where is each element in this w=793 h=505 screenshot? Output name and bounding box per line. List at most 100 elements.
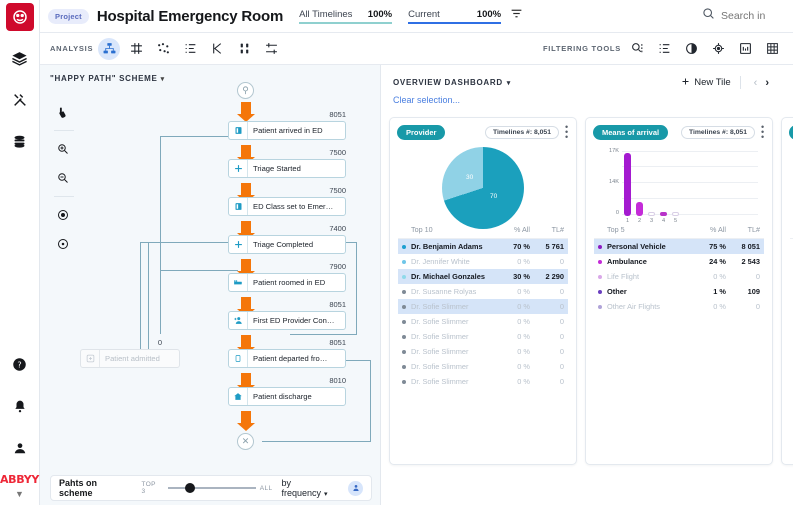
node-patient-arrived-in-ed[interactable]: Patient arrived in ED: [228, 121, 346, 140]
scatter-icon[interactable]: [152, 38, 174, 60]
analysis-label: ANALYSIS: [50, 44, 93, 53]
cell-name: Life Flight: [607, 272, 694, 281]
search-box[interactable]: [702, 7, 785, 25]
user-icon[interactable]: [5, 433, 35, 463]
bell-icon[interactable]: [5, 391, 35, 421]
tile-menu-icon[interactable]: •••: [761, 125, 765, 140]
metric-label: Current: [408, 9, 440, 20]
tile-title-chip[interactable]: Provider: [397, 125, 445, 140]
table-row[interactable]: Life Flight 0 % 0: [594, 269, 764, 284]
bar[interactable]: [636, 202, 643, 216]
node-label: First ED Provider Con…: [248, 316, 334, 325]
node-ed-class-set-to-emergency[interactable]: ED Class set to Emer…: [228, 197, 346, 216]
table-row[interactable]: Dr. Sofie Slimmer 0 % 0: [398, 299, 568, 314]
node-count: 8051: [228, 338, 346, 347]
col-header-name: Top 5: [598, 225, 694, 234]
search-input[interactable]: [721, 10, 781, 22]
tile-patient[interactable]: Patient Timelines #: ••• 4K 2K 0: [781, 117, 793, 465]
table-row[interactable]: Other Air Flights 0 % 0: [594, 299, 764, 314]
table-row[interactable]: Other 1 % 109: [594, 284, 764, 299]
table-icon[interactable]: [761, 38, 783, 60]
next-page-button[interactable]: ›: [765, 77, 769, 89]
cell-tl: 0: [530, 332, 564, 341]
clear-selection-link[interactable]: Clear selection...: [381, 89, 793, 105]
table-row[interactable]: Dr. Sofie Slimmer 0 % 0: [398, 314, 568, 329]
metric-current[interactable]: Current 100%: [408, 9, 501, 24]
node-triage-completed[interactable]: Triage Completed: [228, 235, 346, 254]
chevron-down-icon: ▾: [507, 80, 511, 87]
tile-menu-icon[interactable]: •••: [565, 125, 569, 140]
gantt-icon[interactable]: [260, 38, 282, 60]
timelines-count-pill: Timelines #: 8,051: [681, 126, 755, 139]
cell-name: Dr. Michael Gonzales: [411, 272, 498, 281]
sort-dropdown[interactable]: by frequency▾: [282, 478, 339, 498]
metric-all-timelines[interactable]: All Timelines 100%: [299, 9, 392, 24]
tile-title-chip[interactable]: Means of arrival: [593, 125, 668, 140]
table-row[interactable]: Dr. Sofie Slimmer 0 % 0: [398, 329, 568, 344]
search-filter-icon[interactable]: [626, 38, 648, 60]
node-patient-departed-from-ed[interactable]: Patient departed fro…: [228, 349, 346, 368]
process-diagram-icon[interactable]: [98, 38, 120, 60]
legend-dot: [402, 260, 406, 264]
table-row[interactable]: Dr. Benjamin Adams 70 % 5 761: [398, 239, 568, 254]
ghost-node-label: Patient admitted: [100, 354, 160, 363]
help-icon[interactable]: ?: [5, 349, 35, 379]
cell-pct: 24 %: [694, 257, 726, 266]
end-node[interactable]: ✕: [237, 433, 254, 450]
prev-page-button[interactable]: ‹: [754, 77, 758, 89]
table-row[interactable]: Dr. Jennifer White 0 % 0: [398, 254, 568, 269]
node-first-ed-provider-contact[interactable]: First ED Provider Con…: [228, 311, 346, 330]
cell-tl: 0: [530, 287, 564, 296]
paths-on-scheme-bar: Pahts on scheme TOP 3 ALL by frequency▾: [50, 475, 372, 501]
dashboard-title-dropdown[interactable]: OVERVIEW DASHBOARD▾: [393, 78, 511, 87]
start-node[interactable]: ⚲: [237, 82, 254, 99]
table-row[interactable]: Ambulance 24 % 2 543: [594, 254, 764, 269]
tile-provider[interactable]: Provider Timelines #: 8,051 ••• 70 30 To…: [389, 117, 577, 465]
table-row[interactable]: Dr. Sofie Slimmer 0 % 0: [398, 359, 568, 374]
database-icon[interactable]: [5, 127, 35, 157]
bar[interactable]: [672, 212, 679, 216]
node-patient-roomed-in-ed[interactable]: Patient roomed in ED: [228, 273, 346, 292]
node-label: Patient departed fro…: [248, 354, 327, 363]
node-triage-started[interactable]: Triage Started: [228, 159, 346, 178]
table-row[interactable]: Dr. Susanne Rolyas 0 % 0: [398, 284, 568, 299]
table-row[interactable]: Dr. Sofie Slimmer 0 % 0: [398, 344, 568, 359]
abbyy-timeline-logo-icon[interactable]: [6, 3, 34, 31]
node-patient-discharge[interactable]: Patient discharge: [228, 387, 346, 406]
cell-pct: 30 %: [498, 272, 530, 281]
node-count: 8051: [228, 110, 346, 119]
target-icon[interactable]: [707, 38, 729, 60]
paths-slider[interactable]: [168, 482, 254, 494]
swimlane-icon[interactable]: [125, 38, 147, 60]
table-row[interactable]: Dr. Sofie Slimmer 0 % 0: [398, 374, 568, 389]
node-patient-admitted[interactable]: Patient admitted: [80, 349, 180, 368]
table-row[interactable]: Dr. Michael Gonzales 30 % 2 290: [398, 269, 568, 284]
tools-icon[interactable]: [5, 85, 35, 115]
contrast-icon[interactable]: [680, 38, 702, 60]
process-flow-diagram: ⚲ 8051 Patient arrived in ED 7500: [40, 85, 380, 485]
new-tile-button[interactable]: New Tile: [681, 77, 730, 89]
y-tick-label: 14K: [602, 179, 619, 185]
checklist-icon[interactable]: [653, 38, 675, 60]
tile-title-chip[interactable]: Patient: [789, 125, 793, 140]
sort-label: by frequency: [282, 478, 322, 498]
filter-person-icon[interactable]: [348, 481, 363, 496]
cell-pct: 0 %: [498, 302, 530, 311]
tile-means-of-arrival[interactable]: Means of arrival Timelines #: 8,051 ••• …: [585, 117, 773, 465]
slider-knob[interactable]: [185, 483, 195, 493]
rail-collapse-icon[interactable]: ▼: [15, 489, 24, 499]
table-row[interactable]: Personal Vehicle 75 % 8 051: [594, 239, 764, 254]
bar[interactable]: [624, 153, 631, 216]
compare-icon[interactable]: [206, 38, 228, 60]
slider-max-label: ALL: [260, 485, 273, 492]
bar[interactable]: [660, 212, 667, 216]
scheme-title-dropdown[interactable]: "HAPPY PATH" SCHEME▾: [40, 65, 380, 83]
columns-icon[interactable]: [233, 38, 255, 60]
col-header-name: Top 10: [402, 225, 498, 234]
layers-icon[interactable]: [5, 43, 35, 73]
bar[interactable]: [648, 212, 655, 216]
start-icon: ⚲: [242, 85, 249, 96]
bar-chart-icon[interactable]: [734, 38, 756, 60]
list-icon[interactable]: [179, 38, 201, 60]
filter-icon[interactable]: [510, 7, 523, 25]
